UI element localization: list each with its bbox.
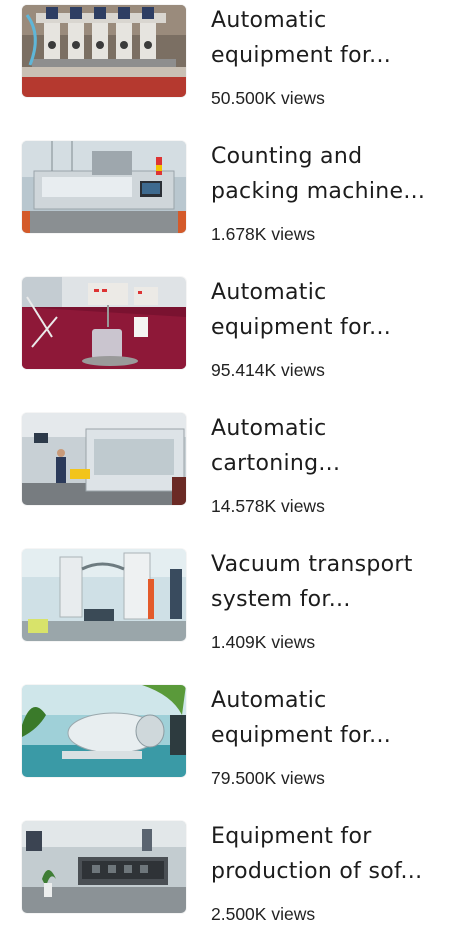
video-thumbnail[interactable] (22, 685, 186, 777)
video-thumbnail[interactable] (22, 277, 186, 369)
video-thumbnail[interactable] (22, 413, 186, 505)
video-title[interactable]: Vacuum transport system for... (211, 547, 451, 617)
filling-heads-machine-image (22, 5, 186, 97)
view-count: 95.414K views (211, 360, 325, 380)
video-card[interactable]: Automatic equipment for... 95.414K views (0, 272, 463, 392)
video-title[interactable]: Automatic equipment for... (211, 275, 451, 345)
video-title[interactable]: Automatic cartoning... (211, 411, 451, 481)
view-count: 2.500K views (211, 904, 316, 924)
view-count: 79.500K views (211, 768, 325, 788)
video-card[interactable]: Counting and packing machine... 1.678K v… (0, 136, 463, 256)
lab-dissolution-tester-image (22, 277, 186, 369)
video-card[interactable]: Automatic equipment for... 79.500K views (0, 680, 463, 800)
view-count: 1.409K views (211, 632, 316, 652)
video-title[interactable]: Automatic equipment for... (211, 683, 451, 753)
video-card[interactable]: Automatic equipment for... 50.500K views (0, 0, 463, 120)
video-card[interactable]: Vacuum transport system for... 1.409K vi… (0, 544, 463, 664)
production-line-exhibit-image (22, 821, 186, 913)
video-card[interactable]: Equipment for production of sof... 2.500… (0, 816, 463, 936)
view-count: 50.500K views (211, 88, 325, 108)
video-card[interactable]: Automatic cartoning... 14.578K views (0, 408, 463, 528)
view-count: 1.678K views (211, 224, 316, 244)
video-title[interactable]: Automatic equipment for... (211, 3, 451, 73)
video-title[interactable]: Equipment for production of sof... (211, 819, 451, 889)
counting-packing-machine-image (22, 141, 186, 233)
video-thumbnail[interactable] (22, 141, 186, 233)
video-thumbnail[interactable] (22, 5, 186, 97)
vacuum-transport-system-image (22, 549, 186, 641)
view-count: 14.578K views (211, 496, 325, 516)
video-title[interactable]: Counting and packing machine... (211, 139, 451, 209)
video-thumbnail[interactable] (22, 821, 186, 913)
video-thumbnail[interactable] (22, 549, 186, 641)
cartoning-machine-hall-image (22, 413, 186, 505)
stainless-pump-unit-image (22, 685, 186, 777)
